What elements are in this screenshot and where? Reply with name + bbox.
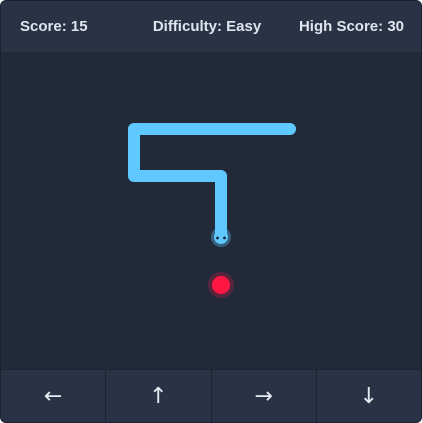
arrow-down-icon: ↓ [359,383,379,409]
game-canvas [128,123,296,298]
snake-eye-right [223,236,226,240]
snake-body [128,123,296,241]
move-right-button[interactable]: → [211,369,317,422]
game-window: Score: 15 Difficulty: Easy High Score: 3… [0,0,422,423]
arrow-left-icon: ← [43,383,63,409]
game-board [1,52,421,369]
direction-controls: ← ↑ → ↓ [1,369,421,422]
snake-head [211,227,231,247]
move-down-button[interactable]: ↓ [316,369,421,422]
arrow-right-icon: → [254,383,273,409]
food-apple [208,272,234,298]
snake-eye-left [216,236,219,240]
move-left-button[interactable]: ← [1,369,107,422]
high-score-display: High Score: 30 [298,18,404,35]
arrow-up-icon: ↑ [149,383,168,409]
score-bar: Score: 15 Difficulty: Easy High Score: 3… [1,1,421,52]
move-up-button[interactable]: ↑ [106,369,212,422]
